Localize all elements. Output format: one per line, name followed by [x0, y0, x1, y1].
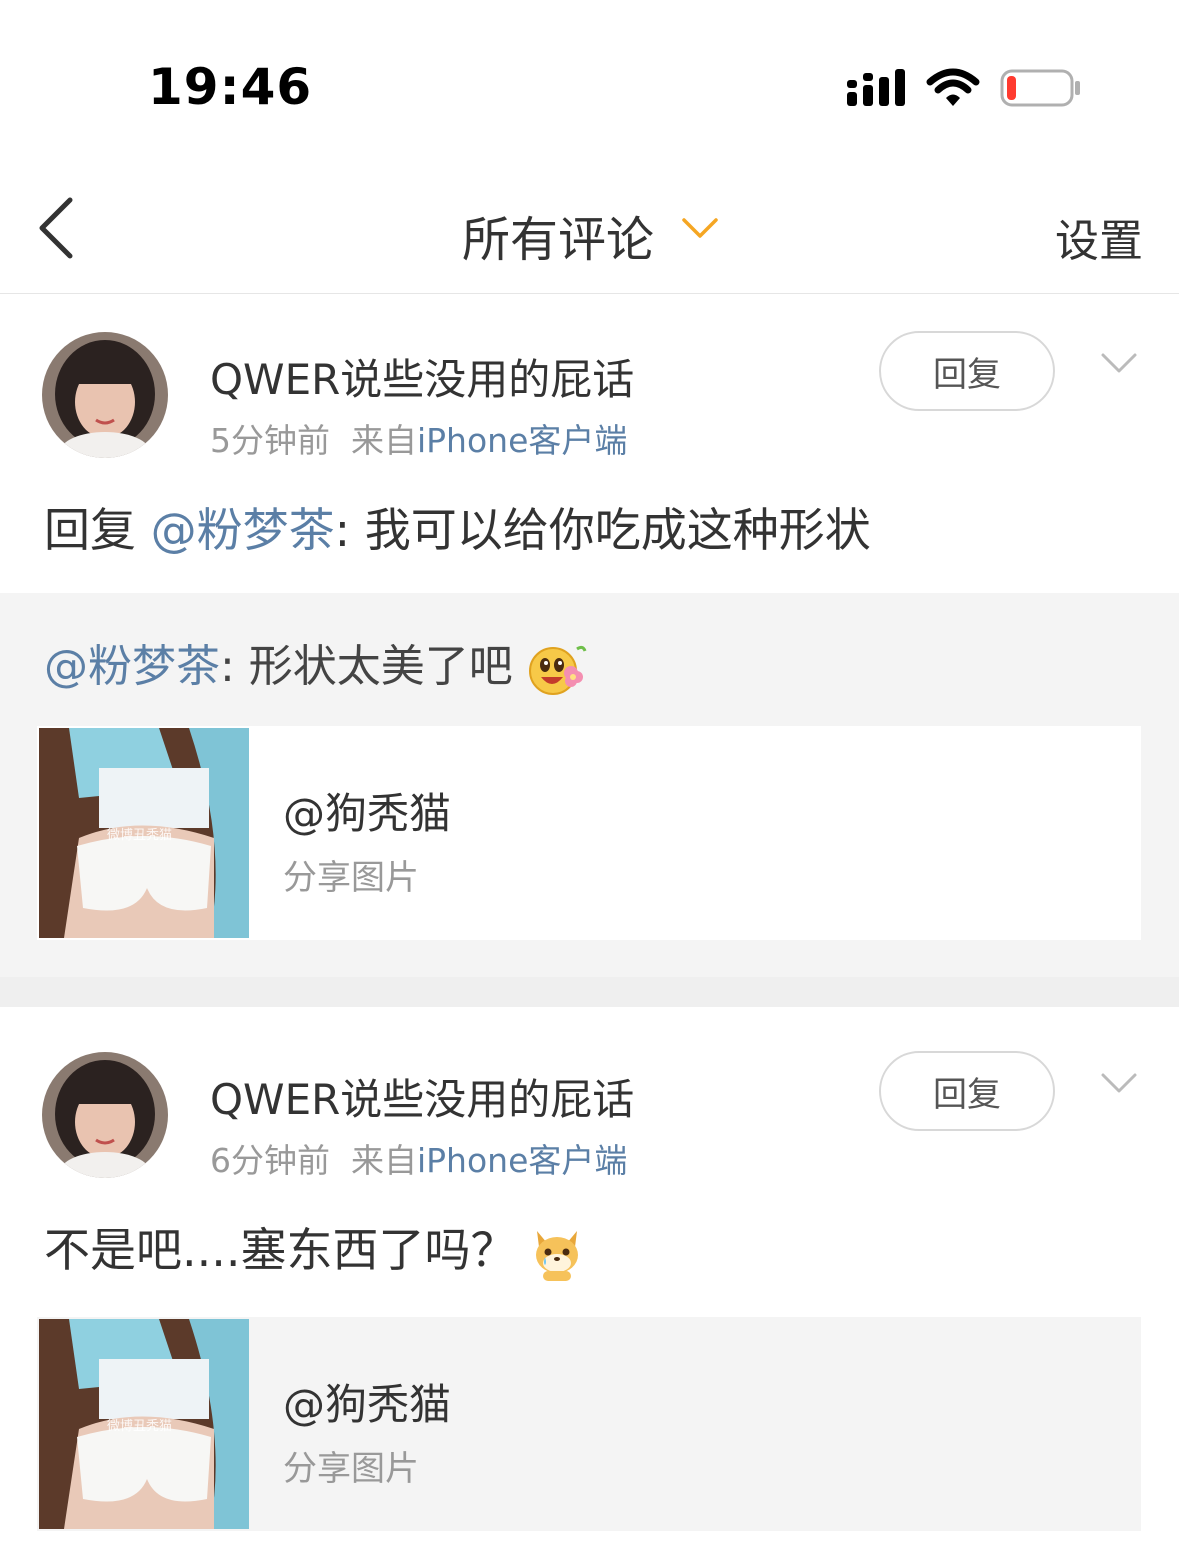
more-chevron-icon[interactable]: [1100, 350, 1138, 376]
source-link[interactable]: iPhone客户端: [417, 1141, 627, 1180]
mention-link[interactable]: @粉梦茶: [151, 503, 335, 557]
quoted-body: : 形状太美了吧: [220, 641, 513, 692]
shared-image-card[interactable]: 微博丑秃猫 @狗秃猫 分享图片: [37, 726, 1141, 940]
card-title: @狗秃猫: [283, 789, 452, 838]
card-subtitle: 分享图片: [283, 858, 419, 898]
source-prefix: 来自: [350, 1141, 417, 1180]
happy-flower-emoji-icon: [528, 645, 587, 695]
quoted-mention-link[interactable]: @粉梦茶: [44, 641, 220, 692]
quoted-comment-text: @粉梦茶: 形状太美了吧: [44, 630, 587, 697]
username[interactable]: QWER说些没用的屁话: [210, 1066, 634, 1127]
reply-button[interactable]: 回复: [879, 1051, 1055, 1131]
chevron-down-icon[interactable]: [680, 212, 720, 242]
reply-prefix: 回复: [44, 503, 136, 557]
more-chevron-icon[interactable]: [1100, 1070, 1138, 1096]
wifi-icon: [926, 68, 980, 106]
avatar[interactable]: [42, 332, 168, 458]
source-link[interactable]: iPhone客户端: [417, 421, 627, 460]
comment-body: 不是吧....塞东西了吗？: [44, 1223, 517, 1277]
card-subtitle: 分享图片: [283, 1449, 419, 1489]
card-thumbnail[interactable]: 微博丑秃猫: [39, 728, 249, 938]
shared-image-card[interactable]: 微博丑秃猫 @狗秃猫 分享图片: [37, 1317, 1141, 1531]
image-watermark: 微博丑秃猫: [107, 828, 173, 843]
comment-text: 回复 @粉梦茶: 我可以给你吃成这种形状: [44, 494, 871, 560]
image-watermark: 微博丑秃猫: [107, 1419, 173, 1434]
comment-separator: [0, 977, 1179, 1007]
comment-meta: 6分钟前 来自iPhone客户端: [210, 1134, 627, 1182]
comment-time: 6分钟前: [210, 1141, 330, 1180]
settings-button[interactable]: 设置: [1055, 205, 1143, 269]
comment-meta: 5分钟前 来自iPhone客户端: [210, 414, 627, 462]
nav-title[interactable]: 所有评论: [462, 200, 654, 270]
source-prefix: 来自: [350, 421, 417, 460]
battery-icon: [1000, 69, 1080, 107]
card-thumbnail[interactable]: 微博丑秃猫: [39, 1319, 249, 1529]
crying-dog-emoji-icon: [536, 1230, 579, 1281]
back-arrow-icon[interactable]: [34, 196, 78, 260]
comment-body: : 我可以给你吃成这种形状: [334, 503, 871, 557]
nav-divider: [0, 293, 1179, 294]
cellular-signal-icon: [847, 69, 905, 106]
comment-text: 不是吧....塞东西了吗？: [44, 1214, 583, 1283]
card-title: @狗秃猫: [283, 1380, 452, 1429]
username[interactable]: QWER说些没用的屁话: [210, 346, 634, 407]
reply-button[interactable]: 回复: [879, 331, 1055, 411]
status-time: 19:46: [148, 58, 313, 116]
avatar[interactable]: [42, 1052, 168, 1178]
comment-time: 5分钟前: [210, 421, 330, 460]
